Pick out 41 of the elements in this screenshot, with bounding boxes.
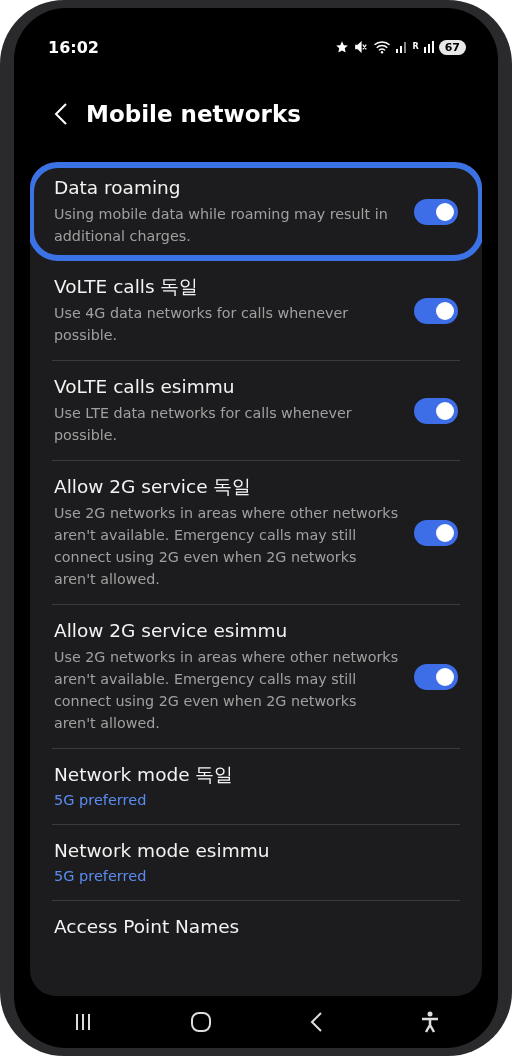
item-title: Network mode esimmu — [54, 839, 271, 863]
accessibility-icon[interactable] — [419, 1011, 440, 1033]
settings-item[interactable]: Allow 2G service esimmu Use 2G networks in areas where other networks aren't available. Emergency calls may still connect using 2G even when 2G networks aren't allowed. — [30, 605, 482, 748]
item-title: VoLTE calls 독일 — [54, 275, 200, 299]
item-description: Use 4G data networks for calls whenever possible. — [54, 304, 350, 345]
item-description: Use 2G networks in areas where other networks aren't available. Emergency calls may still connect using 2G even when 2G networks aren't allowed. — [54, 648, 400, 733]
toggle-switch[interactable] — [414, 519, 458, 546]
settings-item[interactable]: Network mode esimmu 5G preferred — [30, 825, 482, 900]
item-title: Allow 2G service 독일 — [54, 475, 253, 499]
item-description: Use LTE data networks for calls whenever possible. — [54, 404, 353, 445]
toggle-switch[interactable] — [414, 198, 458, 225]
back-icon[interactable] — [308, 1011, 323, 1033]
item-description: Use 2G networks in areas where other networks aren't available. Emergency calls may still connect using 2G even when 2G networks aren't allowed. — [54, 504, 400, 589]
signal-icon — [395, 41, 408, 53]
item-description: Using mobile data while roaming may result in additional charges. — [54, 205, 389, 246]
home-icon[interactable] — [189, 1011, 212, 1033]
settings-item[interactable]: Access Point Names — [30, 901, 482, 953]
settings-item[interactable]: Allow 2G service 독일 Use 2G networks in areas where other networks aren't available. Emergency calls may still connect using 2G even when 2G networks aren't allowed. — [30, 461, 482, 604]
settings-item[interactable]: Data roaming Using mobile data while roaming may result in additional charges. — [30, 162, 482, 261]
toggle-switch[interactable] — [414, 663, 458, 690]
page-title: Mobile networks — [86, 101, 301, 127]
signal-icon — [423, 41, 434, 53]
roaming-mark: R — [412, 43, 419, 51]
item-value: 5G preferred — [54, 867, 148, 886]
back-icon[interactable] — [54, 102, 68, 126]
settings-item[interactable]: VoLTE calls 독일 Use 4G data networks for calls whenever possible. — [30, 261, 482, 360]
status-time: 16:02 — [48, 37, 100, 57]
star-icon — [334, 40, 349, 54]
toggle-switch[interactable] — [414, 297, 458, 324]
settings-item[interactable]: Network mode 독일 5G preferred — [30, 749, 482, 824]
mute-icon — [353, 40, 368, 54]
battery-level: 67 — [438, 39, 466, 55]
toggle-switch[interactable] — [414, 397, 458, 424]
item-title: VoLTE calls esimmu — [54, 375, 236, 399]
item-title: Access Point Names — [54, 915, 241, 939]
settings-item[interactable]: VoLTE calls esimmu Use LTE data networks for calls whenever possible. — [30, 361, 482, 460]
item-title: Data roaming — [54, 176, 182, 200]
item-title: Network mode 독일 — [54, 763, 235, 787]
item-title: Allow 2G service esimmu — [54, 619, 289, 643]
item-value: 5G preferred — [54, 791, 148, 810]
wifi-icon — [372, 40, 391, 54]
